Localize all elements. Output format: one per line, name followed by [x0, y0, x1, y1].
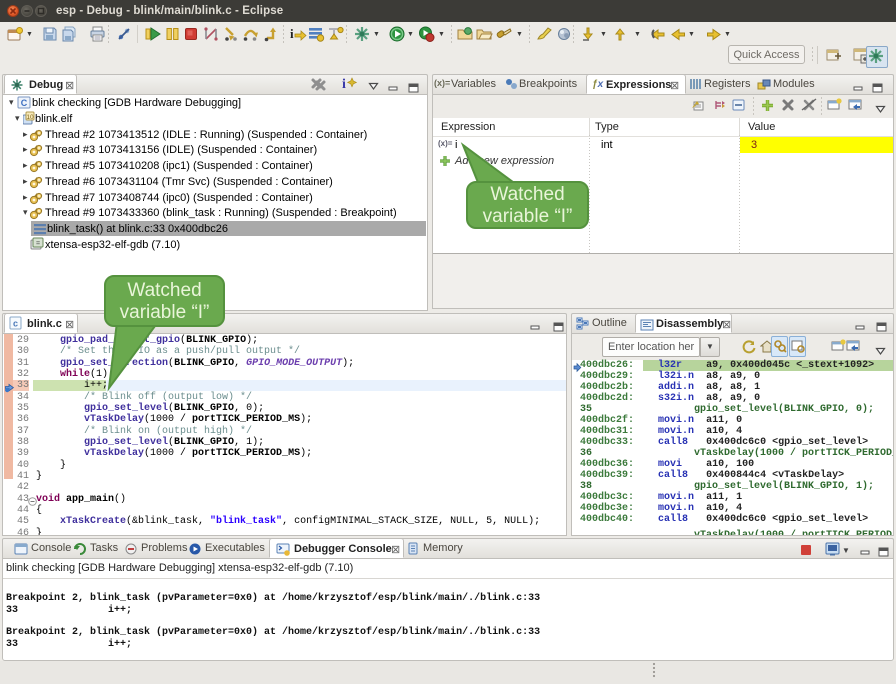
svg-text:i: i	[342, 77, 346, 91]
svg-text:10: 10	[26, 114, 34, 121]
svg-text:=: =	[36, 241, 40, 248]
svg-text:C: C	[21, 98, 28, 108]
svg-text:c: c	[13, 319, 18, 329]
svg-text:i: i	[290, 26, 294, 41]
